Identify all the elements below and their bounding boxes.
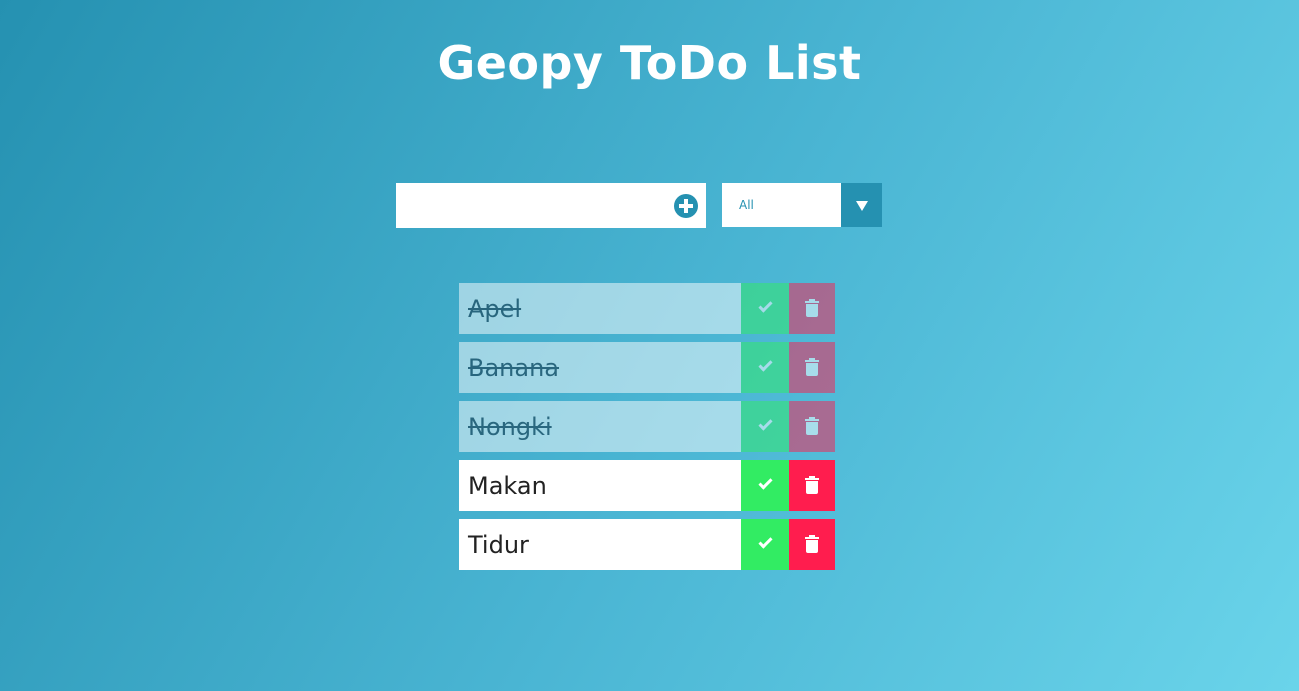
delete-button[interactable] bbox=[789, 519, 835, 570]
plus-circle-icon-stroke bbox=[684, 199, 688, 213]
todo-text: Nongki bbox=[468, 412, 552, 441]
complete-button[interactable] bbox=[741, 460, 789, 511]
check-icon bbox=[758, 534, 773, 549]
todo-text: Tidur bbox=[468, 530, 529, 559]
complete-button[interactable] bbox=[741, 342, 789, 393]
todo-text-box: Banana bbox=[459, 342, 741, 393]
delete-button[interactable] bbox=[789, 283, 835, 334]
complete-button[interactable] bbox=[741, 519, 789, 570]
check-icon bbox=[758, 475, 773, 490]
todo-text-box: Apel bbox=[459, 283, 741, 334]
todo-item: Banana bbox=[459, 342, 835, 393]
delete-button[interactable] bbox=[789, 401, 835, 452]
complete-button[interactable] bbox=[741, 401, 789, 452]
filter-selected-value: All bbox=[739, 198, 754, 212]
delete-button[interactable] bbox=[789, 460, 835, 511]
filter-select[interactable]: All bbox=[722, 183, 882, 227]
todo-item: Apel bbox=[459, 283, 835, 334]
todo-text: Makan bbox=[468, 471, 547, 500]
app-title: Geopy ToDo List bbox=[437, 36, 862, 90]
caret-down-icon bbox=[856, 201, 868, 211]
complete-button[interactable] bbox=[741, 283, 789, 334]
check-icon bbox=[758, 298, 773, 313]
todo-list: Apel Banana Nongki Makan Tidur bbox=[459, 283, 835, 578]
todo-input[interactable] bbox=[396, 183, 666, 228]
todo-text-box: Nongki bbox=[459, 401, 741, 452]
todo-item: Tidur bbox=[459, 519, 835, 570]
todo-item: Makan bbox=[459, 460, 835, 511]
delete-button[interactable] bbox=[789, 342, 835, 393]
check-icon bbox=[758, 357, 773, 372]
filter-dropdown-button[interactable] bbox=[841, 183, 882, 227]
add-todo-button[interactable] bbox=[674, 194, 698, 218]
todo-text: Apel bbox=[468, 294, 522, 323]
todo-text-box: Tidur bbox=[459, 519, 741, 570]
check-icon bbox=[758, 416, 773, 431]
todo-input-wrapper bbox=[396, 183, 706, 228]
todo-text-box: Makan bbox=[459, 460, 741, 511]
todo-text: Banana bbox=[468, 353, 560, 382]
todo-item: Nongki bbox=[459, 401, 835, 452]
